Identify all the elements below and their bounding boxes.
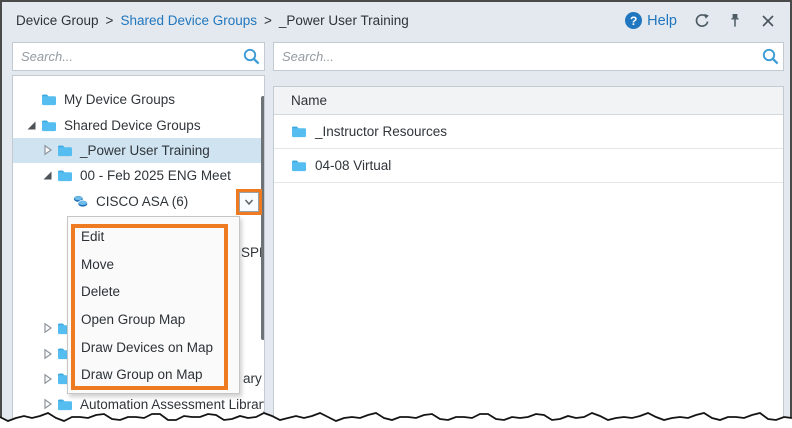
device-group-window: Device Group > Shared Device Groups > _P… (0, 0, 792, 428)
grid-row-04-08-virtual[interactable]: 04-08 Virtual (274, 149, 783, 183)
search-icon[interactable] (238, 47, 264, 66)
header-bar: Device Group > Shared Device Groups > _P… (4, 4, 788, 37)
close-icon[interactable] (759, 12, 776, 29)
folder-icon (291, 125, 307, 139)
pin-icon[interactable] (726, 12, 743, 29)
tree-item-my-device-groups[interactable]: My Device Groups (13, 87, 264, 112)
grid-search-box (273, 42, 784, 71)
tree-item-shared-device-groups[interactable]: Shared Device Groups (13, 112, 264, 137)
expander-expanded-icon[interactable] (42, 170, 57, 182)
node-dropdown-button[interactable] (239, 192, 259, 212)
tree-item-feb-2025-eng-meet[interactable]: 00 - Feb 2025 ENG Meet (13, 163, 264, 188)
tree-item-label: CISCO ASA (6) (96, 194, 188, 209)
help-button[interactable]: ? Help (625, 12, 677, 29)
folder-icon (41, 118, 57, 132)
grid-search-input[interactable] (274, 43, 757, 70)
tree-scrollbar-thumb[interactable] (261, 96, 265, 340)
breadcrumb-device-group: Device Group (16, 13, 99, 28)
tree-search-input[interactable] (13, 43, 238, 70)
breadcrumb-separator: > (264, 13, 272, 28)
menu-item-delete[interactable]: Delete (68, 278, 239, 306)
expander-spacer (26, 94, 41, 106)
folder-icon (57, 169, 73, 183)
grid-row-label: 04-08 Virtual (315, 158, 391, 173)
tree-item-automation-assessment-library[interactable]: Automation Assessment Library (13, 392, 264, 417)
tree-item-label: Shared Device Groups (64, 118, 201, 133)
menu-item-open-group-map[interactable]: Open Group Map (68, 306, 239, 334)
tree-item-power-user-training[interactable]: _Power User Training (13, 138, 264, 163)
tree-item-cisco-asa[interactable]: CISCO ASA (6) (13, 189, 264, 214)
menu-item-draw-group-on-map[interactable]: Draw Group on Map (68, 361, 239, 389)
help-label: Help (647, 13, 677, 29)
menu-item-edit[interactable]: Edit (68, 223, 239, 251)
expander-expanded-icon[interactable] (26, 119, 41, 131)
breadcrumb-power-user-training: _Power User Training (279, 13, 409, 28)
tree-item-label: Automation Assessment Library (80, 397, 265, 412)
header-tools: ? Help (625, 12, 776, 29)
folder-icon (41, 93, 57, 107)
grid-row-label: _Instructor Resources (315, 124, 447, 139)
tree-search-box (12, 42, 265, 71)
expander-collapsed-icon[interactable] (42, 398, 57, 410)
menu-item-move[interactable]: Move (68, 251, 239, 279)
annotation-highlight-box (236, 189, 262, 215)
breadcrumb-separator: > (106, 13, 114, 28)
chevron-down-icon (242, 196, 256, 208)
folder-icon (57, 143, 73, 157)
tree-item-label: My Device Groups (64, 92, 175, 107)
node-context-menu: Edit Move Delete Open Group Map Draw Dev… (67, 216, 240, 394)
help-icon: ? (625, 12, 642, 29)
screenshot-stage: Device Group > Shared Device Groups > _P… (0, 0, 792, 428)
menu-item-draw-devices-on-map[interactable]: Draw Devices on Map (68, 333, 239, 361)
refresh-icon[interactable] (693, 12, 710, 29)
expander-spacer (58, 195, 73, 207)
device-group-grid: Name _Instructor Resources 04-08 Virtual (273, 86, 784, 428)
grid-row-instructor-resources[interactable]: _Instructor Resources (274, 115, 783, 149)
tree-item-partial-label: ary (243, 371, 262, 386)
column-header-name[interactable]: Name (274, 87, 783, 115)
breadcrumb: Device Group > Shared Device Groups > _P… (16, 13, 409, 28)
tree-item-label: _Power User Training (80, 143, 210, 158)
expander-collapsed-icon[interactable] (42, 348, 57, 360)
device-group-icon (73, 194, 89, 208)
folder-icon (291, 159, 307, 173)
expander-collapsed-icon[interactable] (42, 373, 57, 385)
expander-collapsed-icon[interactable] (42, 322, 57, 334)
folder-icon (57, 397, 73, 411)
breadcrumb-shared-device-groups[interactable]: Shared Device Groups (120, 13, 257, 28)
search-icon[interactable] (757, 47, 783, 66)
expander-collapsed-icon[interactable] (42, 144, 57, 156)
tree-item-label: 00 - Feb 2025 ENG Meet (80, 168, 231, 183)
